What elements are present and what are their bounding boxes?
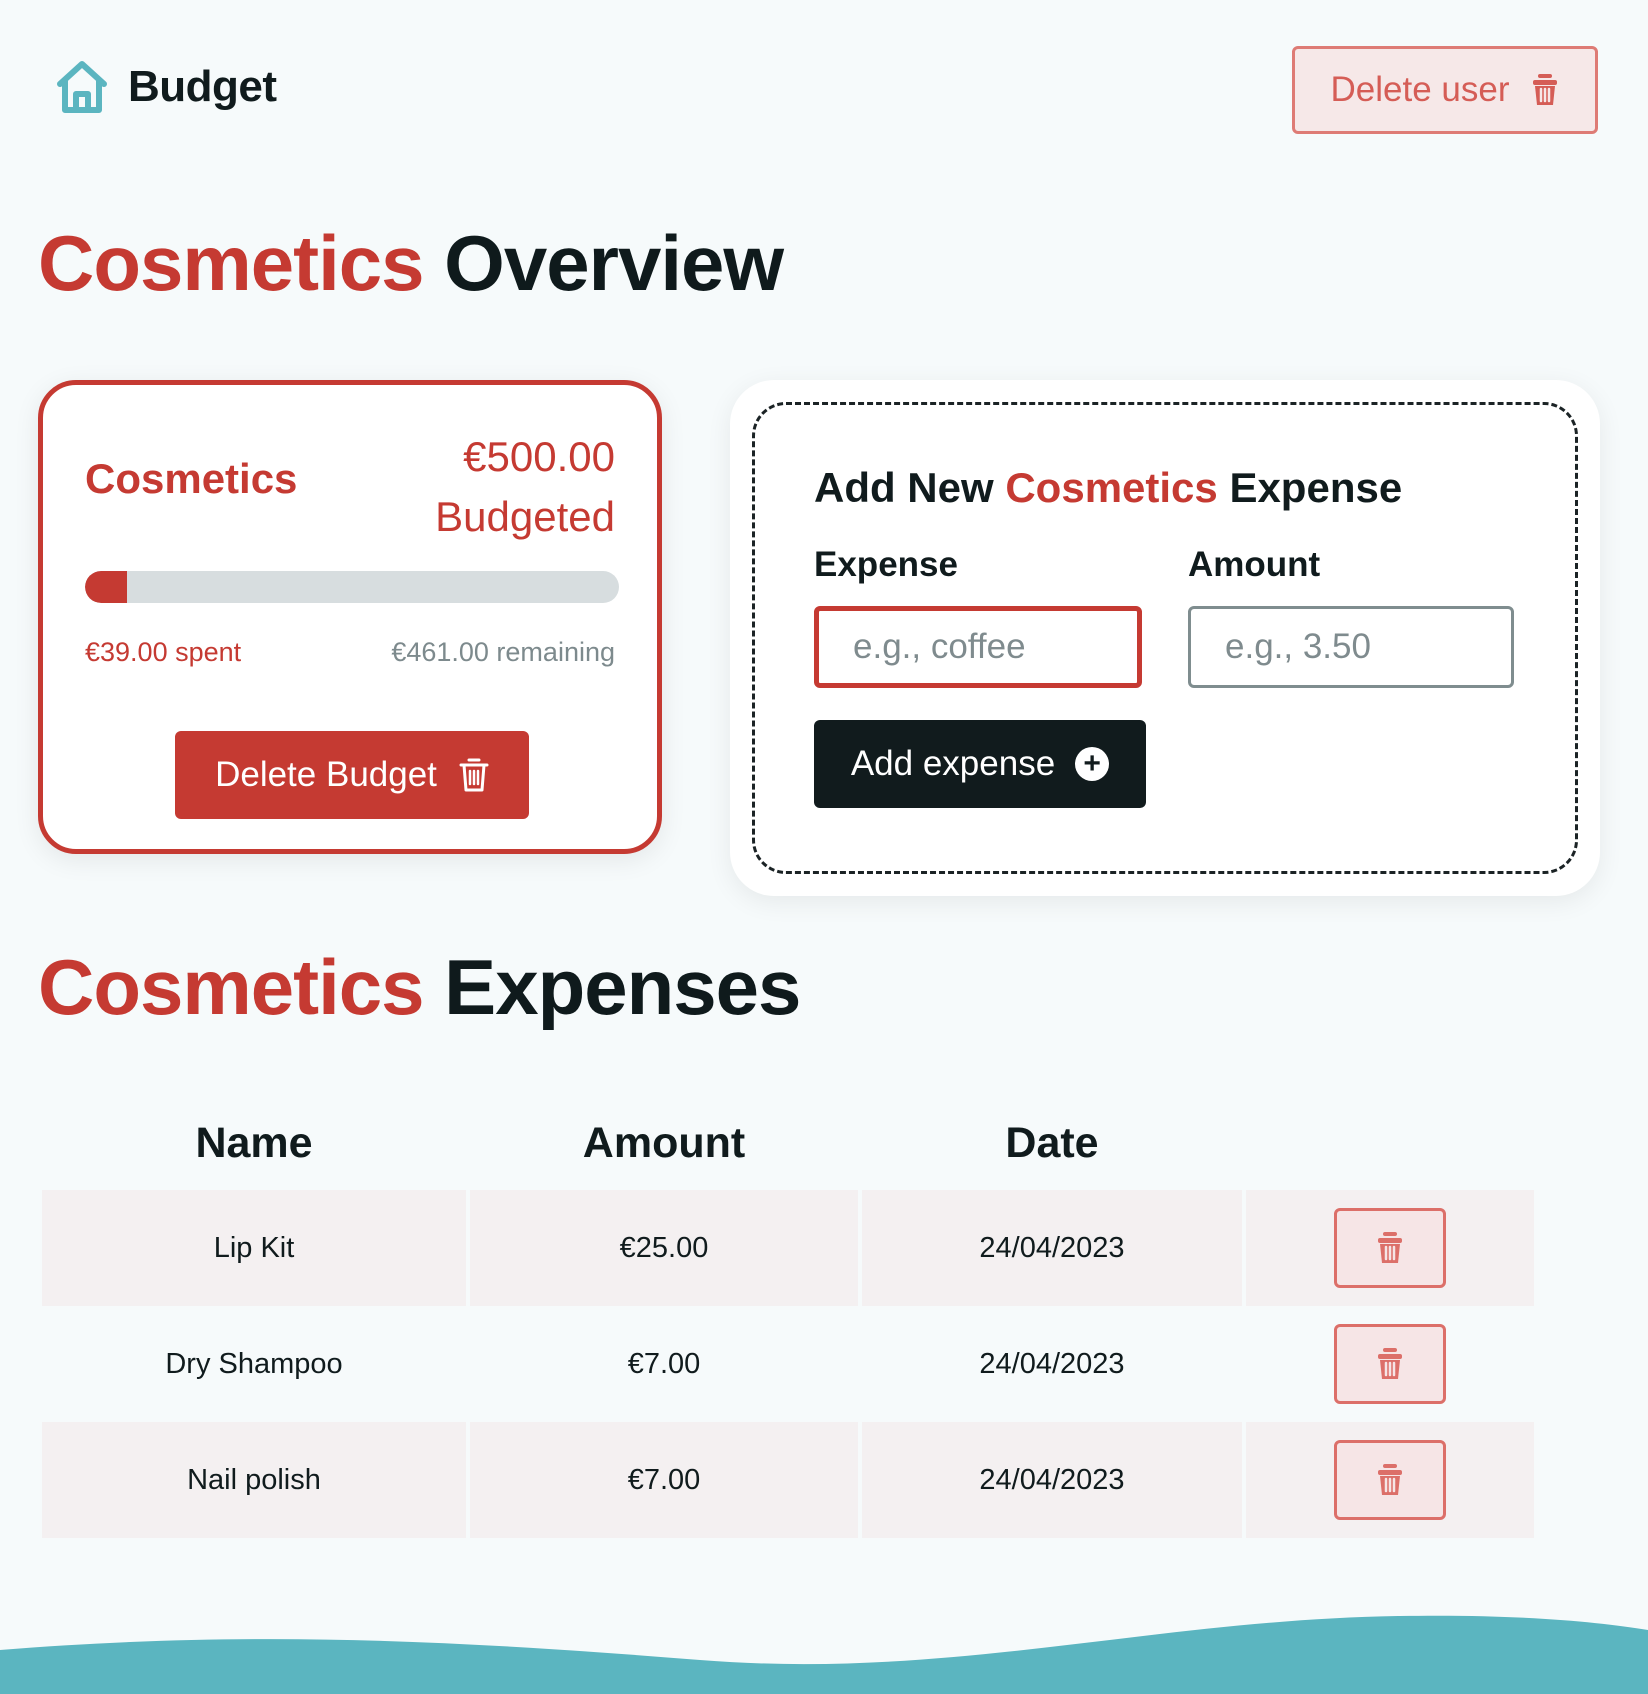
column-header-amount: Amount: [582, 1118, 746, 1167]
column-header-name: Name: [195, 1118, 313, 1167]
add-expense-title-accent: Cosmetics: [1005, 464, 1218, 511]
expense-name-cell: Lip Kit: [42, 1190, 466, 1306]
table-row: Lip Kit €25.00 24/04/2023: [42, 1190, 1534, 1306]
expense-amount-input[interactable]: [1188, 606, 1514, 688]
expenses-title: Cosmetics Expenses: [38, 942, 801, 1033]
budget-spent: €39.00 spent: [85, 637, 242, 667]
budget-amount-block: €500.00 Budgeted: [435, 427, 615, 547]
expense-date-cell: 24/04/2023: [979, 1347, 1125, 1380]
expense-date-cell: 24/04/2023: [862, 1422, 1242, 1538]
delete-expense-button[interactable]: [1334, 1324, 1446, 1404]
delete-user-label: Delete user: [1330, 70, 1510, 109]
trash-icon: [1378, 1348, 1402, 1379]
budget-name: Cosmetics: [85, 455, 298, 502]
expense-actions-cell: [1246, 1306, 1534, 1422]
logo-text: Budget: [128, 62, 277, 111]
overview-title-accent: Cosmetics: [38, 219, 424, 307]
delete-budget-label: Delete Budget: [215, 755, 437, 794]
amount-field-label: Amount: [1188, 545, 1321, 584]
add-expense-title: Add New Cosmetics Expense: [814, 464, 1402, 512]
delete-expense-button[interactable]: [1334, 1440, 1446, 1520]
expenses-title-rest: Expenses: [444, 943, 801, 1031]
expense-amount-cell: €7.00: [627, 1347, 701, 1380]
delete-budget-button[interactable]: Delete Budget: [175, 731, 529, 819]
budget-progress-fill: [85, 571, 127, 603]
add-expense-title-prefix: Add New: [814, 464, 994, 511]
expense-actions-cell: [1246, 1422, 1534, 1538]
expenses-title-accent: Cosmetics: [38, 943, 424, 1031]
expense-date-cell: 24/04/2023: [862, 1190, 1242, 1306]
budget-budgeted-label: Budgeted: [435, 493, 615, 540]
trash-icon: [1378, 1464, 1402, 1495]
delete-user-button[interactable]: Delete user: [1292, 46, 1598, 134]
budget-progress-bar: [85, 571, 619, 603]
expense-actions-cell: [1246, 1190, 1534, 1306]
overview-title: Cosmetics Overview: [38, 218, 784, 309]
delete-expense-button[interactable]: [1334, 1208, 1446, 1288]
add-expense-title-suffix: Expense: [1229, 464, 1403, 511]
expense-amount-cell: €25.00: [470, 1190, 858, 1306]
budget-remaining: €461.00 remaining: [391, 637, 615, 667]
table-row: Dry Shampoo €7.00 24/04/2023: [42, 1306, 1534, 1422]
footer-wave: [0, 1615, 1648, 1694]
trash-icon: [1378, 1232, 1402, 1263]
column-header-date: Date: [1005, 1118, 1099, 1167]
trash-icon: [459, 758, 489, 792]
column-header-actions: [1246, 1096, 1534, 1190]
expense-field-label: Expense: [814, 545, 958, 584]
plus-circle-icon: +: [1075, 747, 1110, 781]
trash-icon: [1533, 74, 1558, 105]
home-icon: [57, 61, 107, 113]
add-expense-button[interactable]: Add expense +: [814, 720, 1146, 808]
expense-name-cell: Nail polish: [42, 1422, 466, 1538]
budget-card: Cosmetics €500.00 Budgeted €39.00 spent …: [38, 380, 662, 854]
expense-name-input[interactable]: [814, 606, 1142, 688]
overview-title-rest: Overview: [444, 219, 784, 307]
expenses-table: Name Amount Date Lip Kit €25.00 24/04/20…: [38, 1096, 1538, 1538]
expense-amount-cell: €7.00: [470, 1422, 858, 1538]
budget-amount: €500.00: [463, 433, 615, 480]
logo-link[interactable]: Budget: [54, 60, 277, 114]
expense-name-cell: Dry Shampoo: [165, 1347, 343, 1380]
table-header-row: Name Amount Date: [42, 1096, 1534, 1190]
table-row: Nail polish €7.00 24/04/2023: [42, 1422, 1534, 1538]
add-expense-button-label: Add expense: [850, 744, 1056, 783]
